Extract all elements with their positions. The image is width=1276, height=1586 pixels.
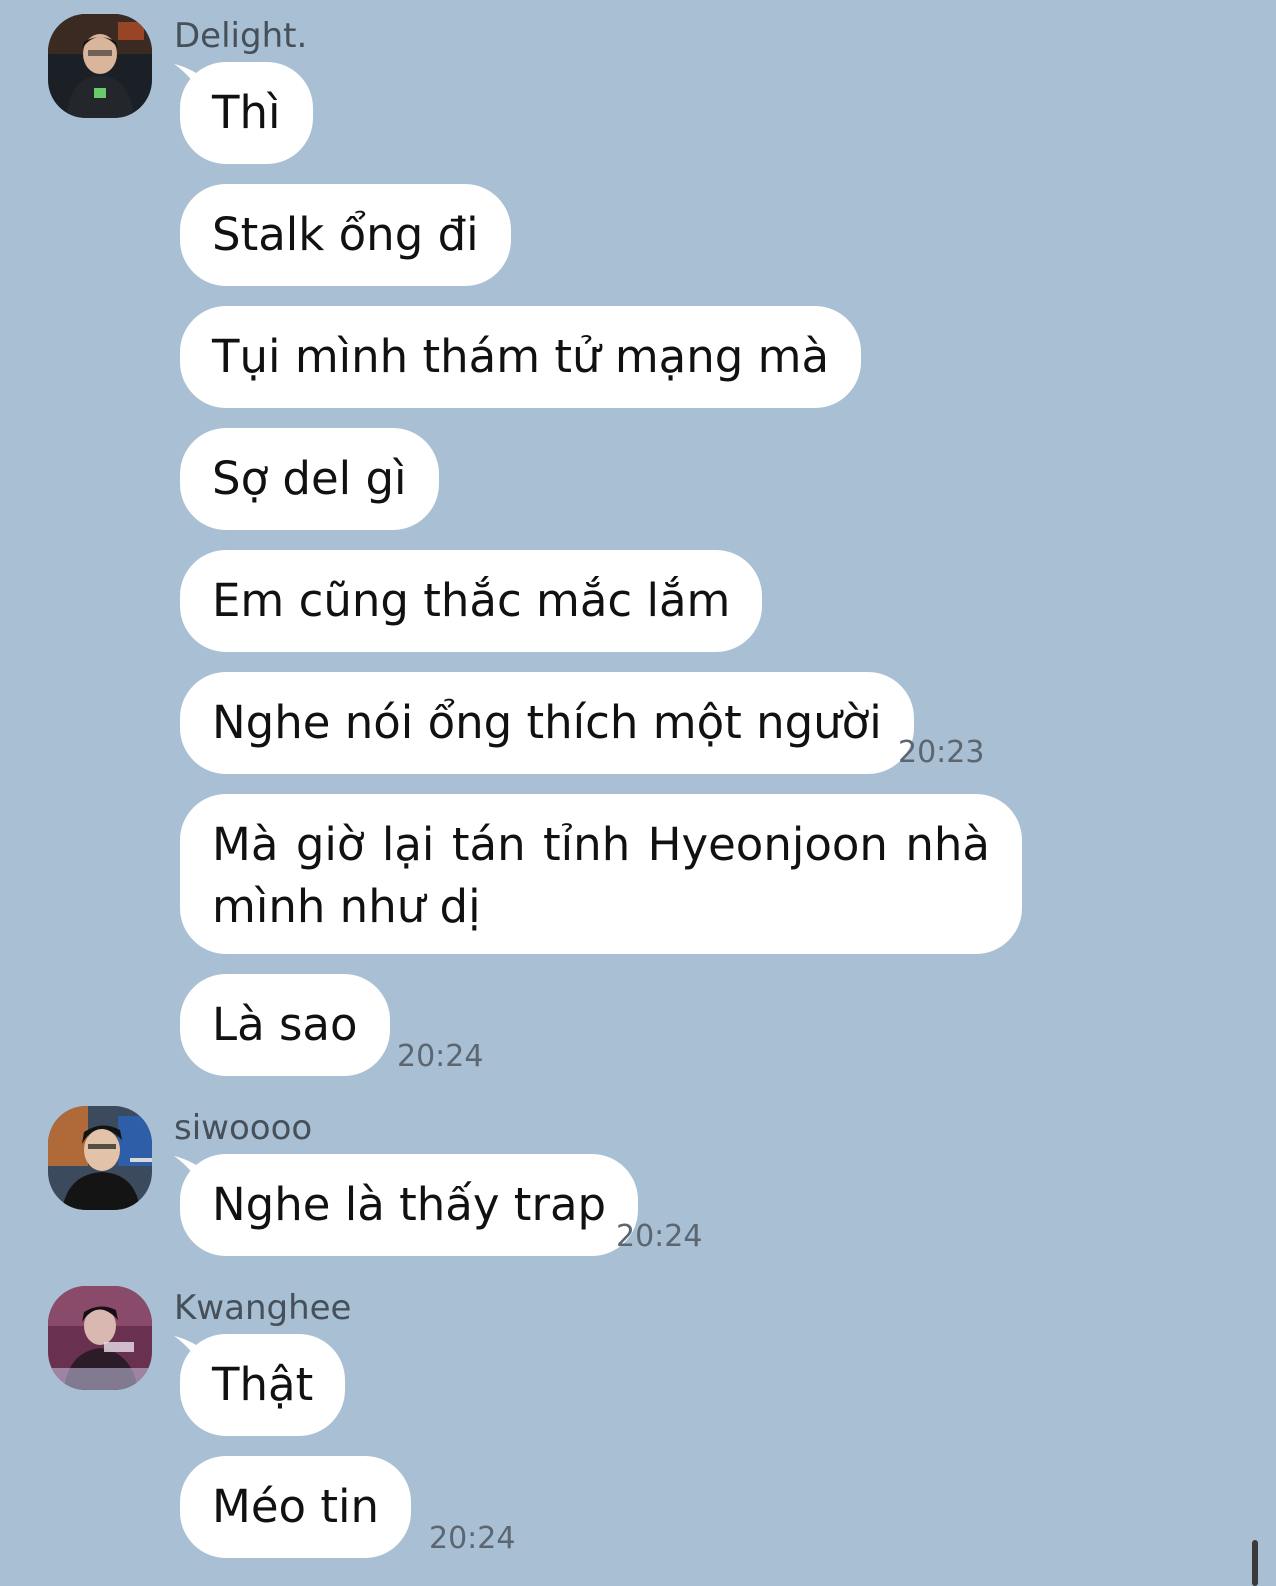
message-timestamp: 20:24: [616, 1219, 703, 1254]
message-line: Mà giờ lại tán tỉnh Hyeonjoon nhà: [212, 818, 990, 871]
message-bubble[interactable]: Em cũng thắc mắc lắm: [180, 550, 763, 652]
message-timestamp: 20:24: [397, 1039, 484, 1074]
chat-message-list[interactable]: Delight. Thì Stalk ổng đi Tụi mình thám …: [0, 0, 1276, 1586]
delight-avatar[interactable]: [48, 14, 152, 118]
sender-name: Delight.: [174, 16, 308, 56]
scrollbar[interactable]: [1252, 1540, 1258, 1586]
message-bubble[interactable]: Stalk ổng đi: [180, 184, 511, 286]
message-bubble[interactable]: Nghe là thấy trap: [180, 1154, 639, 1256]
message-bubble[interactable]: Là sao: [180, 974, 390, 1076]
message-bubble[interactable]: Méo tin: [180, 1456, 412, 1558]
siwoooo-avatar[interactable]: [48, 1106, 152, 1210]
message-line: mình như dị: [212, 880, 481, 933]
message-bubble[interactable]: Thì: [180, 62, 313, 164]
message-bubble[interactable]: Mà giờ lại tán tỉnh Hyeonjoon nhà mình n…: [180, 794, 1022, 954]
kwanghee-avatar[interactable]: [48, 1286, 152, 1390]
message-timestamp: 20:24: [429, 1521, 516, 1556]
sender-name: siwoooo: [174, 1108, 313, 1148]
message-timestamp: 20:23: [898, 735, 985, 770]
message-bubble[interactable]: Tụi mình thám tử mạng mà: [180, 306, 862, 408]
sender-name: Kwanghee: [174, 1288, 352, 1328]
message-bubble[interactable]: Nghe nói ổng thích một người: [180, 672, 914, 774]
message-bubble[interactable]: Sợ del gì: [180, 428, 439, 530]
message-bubble[interactable]: Thật: [180, 1334, 346, 1436]
